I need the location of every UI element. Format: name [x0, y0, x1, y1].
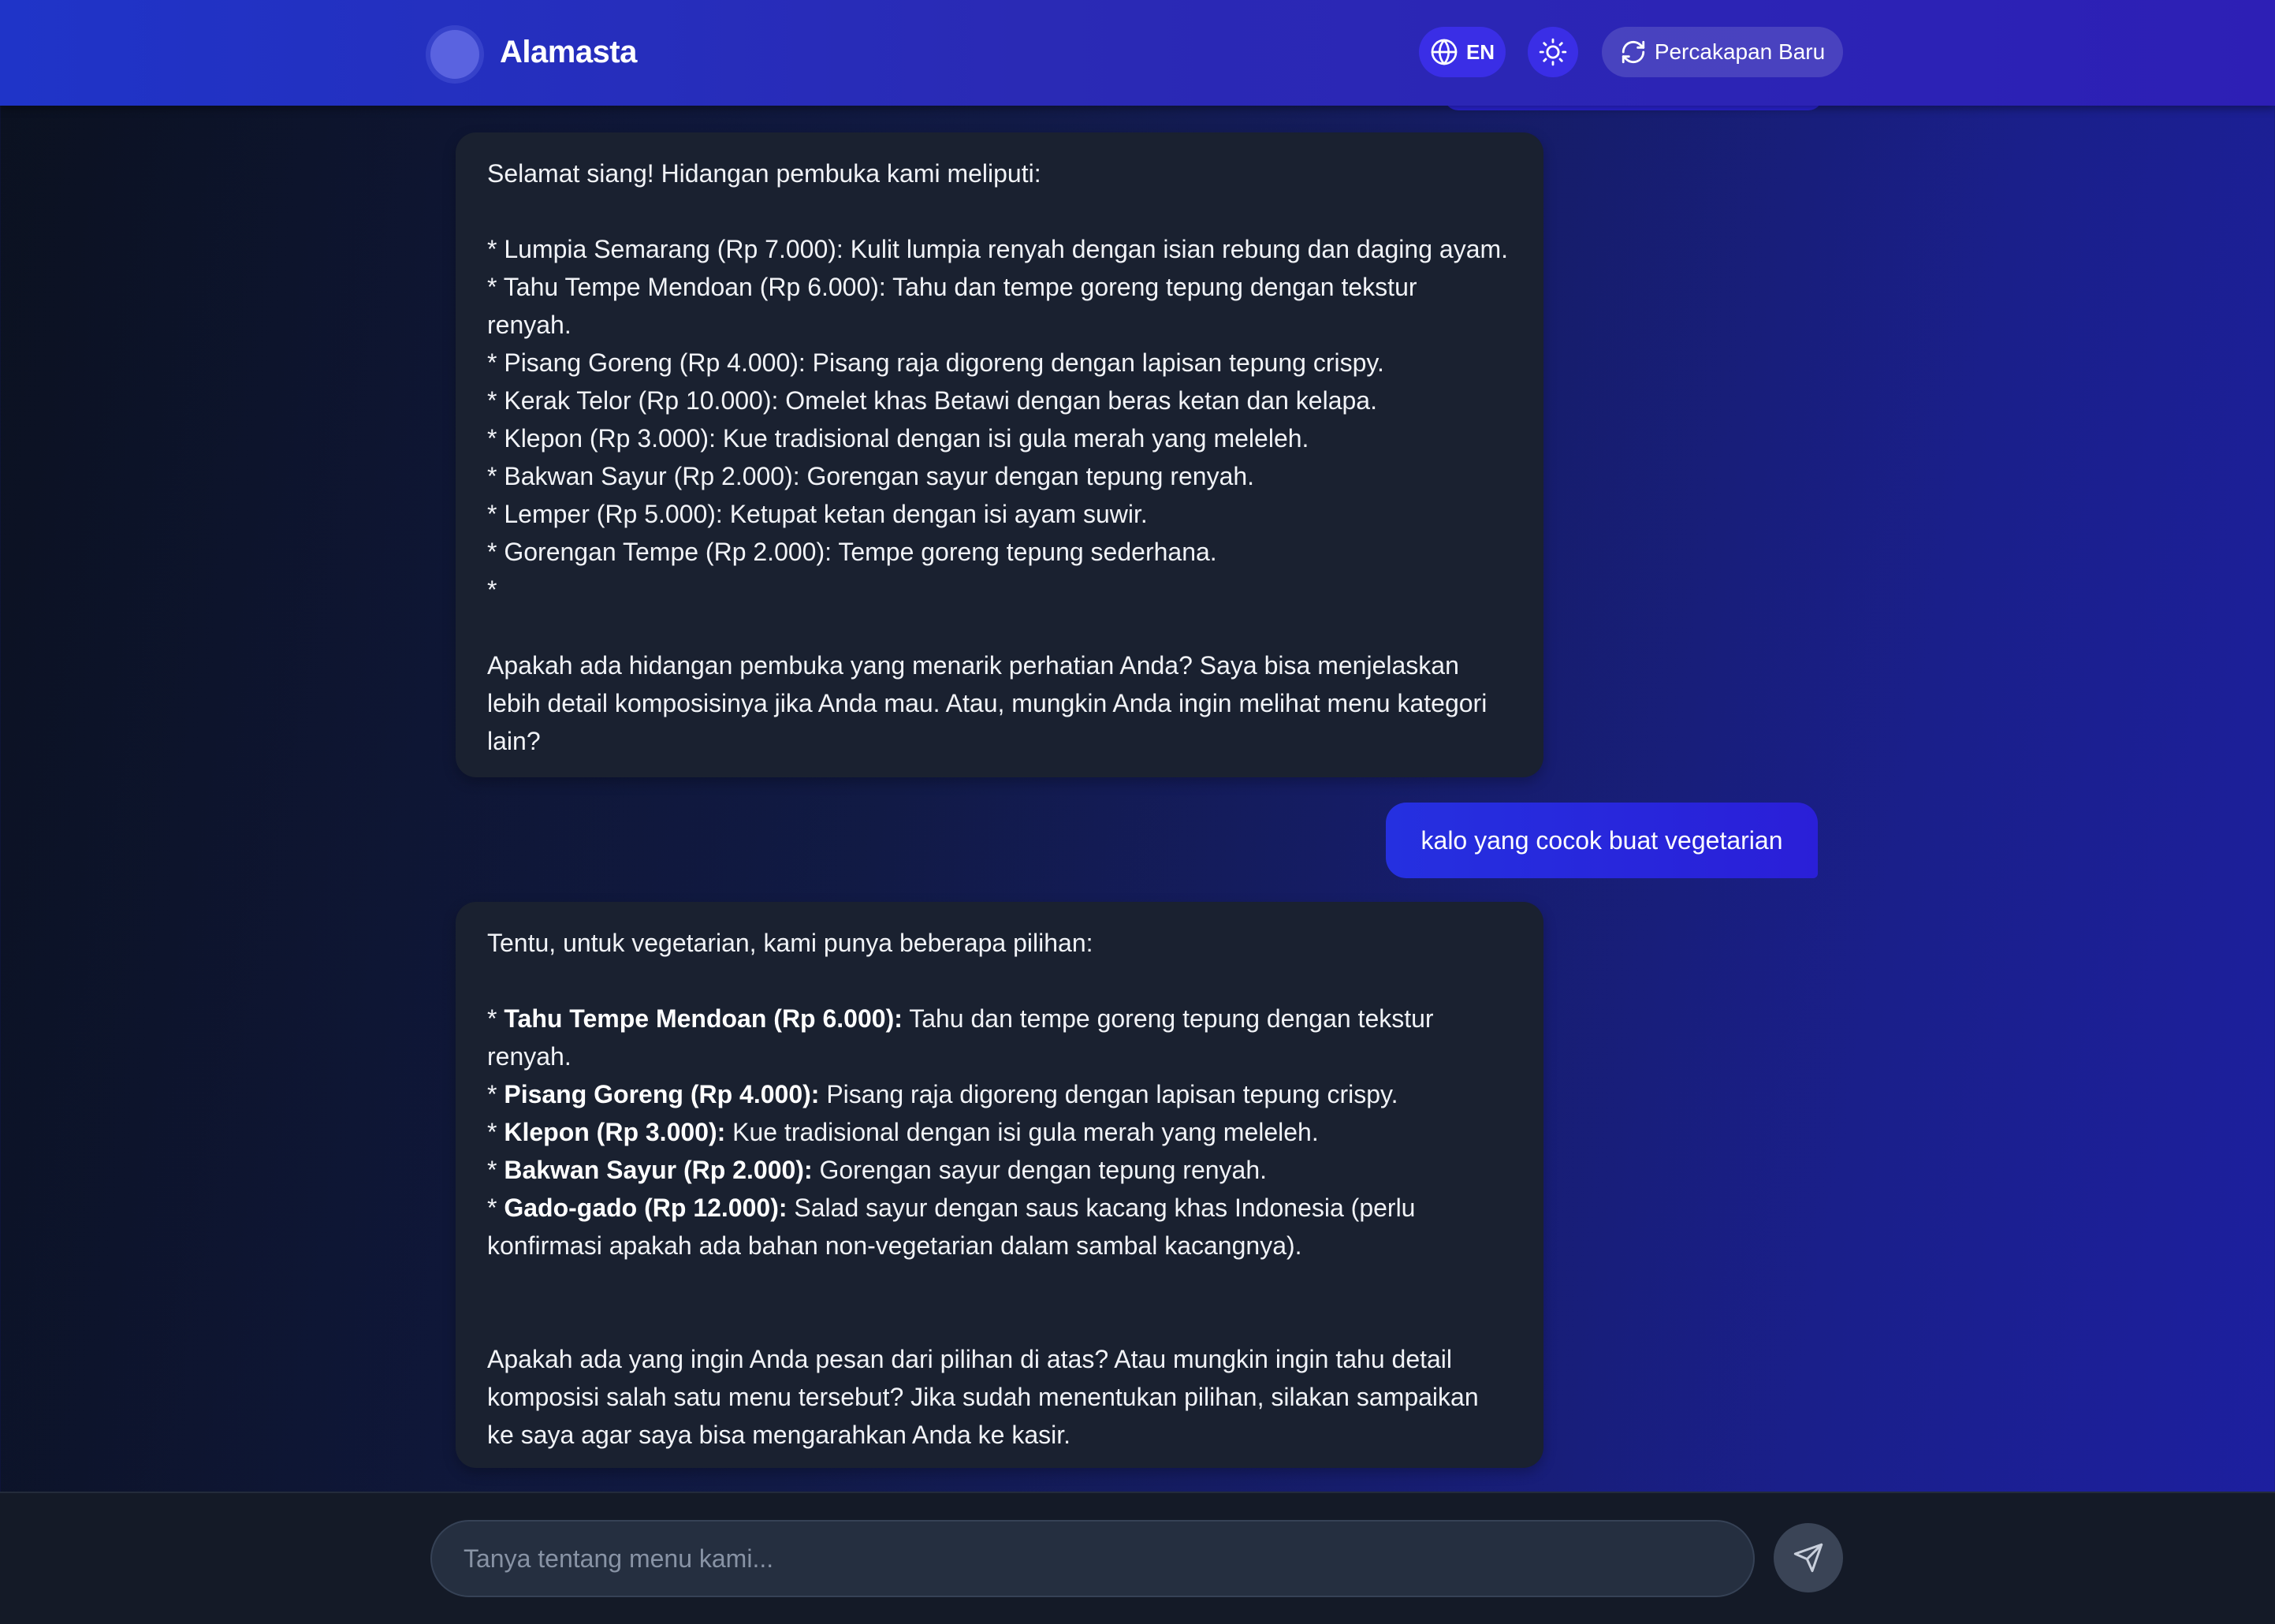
item-desc: renyah.: [487, 1042, 572, 1071]
item-name: Tahu Tempe Mendoan (Rp 6.000):: [504, 1004, 903, 1033]
list-item: * Bakwan Sayur (Rp 2.000): Gorengan sayu…: [487, 462, 1255, 490]
chat-footer: [0, 1492, 2275, 1624]
logo-icon: [430, 30, 479, 79]
list-item-continued: konfirmasi apakah ada bahan non-vegetari…: [487, 1227, 1512, 1265]
list-item: * Lumpia Semarang (Rp 7.000): Kulit lump…: [487, 235, 1509, 263]
list-item: * Lemper (Rp 5.000): Ketupat ketan denga…: [487, 500, 1148, 528]
list-item: * Kerak Telor (Rp 10.000): Omelet khas B…: [487, 386, 1377, 415]
message-closing: lain?: [487, 727, 541, 755]
list-item: *: [487, 575, 497, 604]
item-desc: konfirmasi apakah ada bahan non-vegetari…: [487, 1231, 1302, 1260]
message-closing: ke saya agar saya bisa mengarahkan Anda …: [487, 1421, 1070, 1449]
item-desc: Tahu dan tempe goreng tepung dengan teks…: [902, 1004, 1434, 1033]
new-chat-button[interactable]: Percakapan Baru: [1602, 27, 1843, 77]
message-closing: lebih detail komposisinya jika Anda mau.…: [487, 689, 1488, 717]
message-closing: Apakah ada yang ingin Anda pesan dari pi…: [487, 1345, 1453, 1373]
send-button[interactable]: [1774, 1523, 1843, 1592]
list-item: * Pisang Goreng (Rp 4.000): Pisang raja …: [487, 1080, 1398, 1108]
item-desc: Pisang raja digoreng dengan lapisan tepu…: [819, 1080, 1398, 1108]
list-item: renyah.: [487, 311, 572, 339]
list-item: * Tahu Tempe Mendoan (Rp 6.000): Tahu da…: [487, 1004, 1434, 1033]
sun-icon: [1538, 37, 1568, 67]
refresh-icon: [1620, 39, 1647, 65]
message-intro: Selamat siang! Hidangan pembuka kami mel…: [487, 159, 1041, 188]
assistant-message: Tentu, untuk vegetarian, kami punya bebe…: [456, 902, 1543, 1468]
language-button[interactable]: EN: [1419, 27, 1506, 77]
app-title: Alamasta: [500, 35, 637, 69]
list-item-continued: renyah.: [487, 1037, 1512, 1075]
message-closing: Apakah ada hidangan pembuka yang menarik…: [487, 651, 1459, 680]
chat-input[interactable]: [430, 1520, 1755, 1597]
theme-toggle-button[interactable]: [1528, 27, 1578, 77]
list-item: * Tahu Tempe Mendoan (Rp 6.000): Tahu da…: [487, 273, 1417, 301]
user-message: kalo yang cocok buat vegetarian: [1386, 803, 1818, 878]
list-item: * Gorengan Tempe (Rp 2.000): Tempe goren…: [487, 538, 1217, 566]
assistant-message: Selamat siang! Hidangan pembuka kami mel…: [456, 132, 1543, 777]
message-intro: Tentu, untuk vegetarian, kami punya bebe…: [487, 929, 1093, 957]
item-name: Bakwan Sayur (Rp 2.000):: [504, 1156, 813, 1184]
list-item: * Bakwan Sayur (Rp 2.000): Gorengan sayu…: [487, 1156, 1268, 1184]
item-desc: Gorengan sayur dengan tepung renyah.: [812, 1156, 1268, 1184]
list-item: * Klepon (Rp 3.000): Kue tradisional den…: [487, 1118, 1319, 1146]
item-name: Klepon (Rp 3.000):: [504, 1118, 726, 1146]
message-closing: komposisi salah satu menu tersebut? Jika…: [487, 1383, 1479, 1411]
new-chat-label: Percakapan Baru: [1654, 39, 1826, 64]
globe-icon: [1430, 38, 1458, 66]
language-label: EN: [1465, 39, 1495, 64]
app-header: Alamasta EN Percakapan Baru: [0, 0, 2275, 106]
item-desc: Kue tradisional dengan isi gula merah ya…: [725, 1118, 1319, 1146]
list-item: * Gado-gado (Rp 12.000): Salad sayur den…: [487, 1194, 1416, 1222]
item-name: Pisang Goreng (Rp 4.000):: [504, 1080, 820, 1108]
item-name: Gado-gado (Rp 12.000):: [504, 1194, 788, 1222]
send-icon: [1793, 1542, 1824, 1574]
list-item: * Klepon (Rp 3.000): Kue tradisional den…: [487, 424, 1309, 453]
list-item: * Pisang Goreng (Rp 4.000): Pisang raja …: [487, 348, 1384, 377]
item-desc: Salad sayur dengan saus kacang khas Indo…: [787, 1194, 1416, 1222]
